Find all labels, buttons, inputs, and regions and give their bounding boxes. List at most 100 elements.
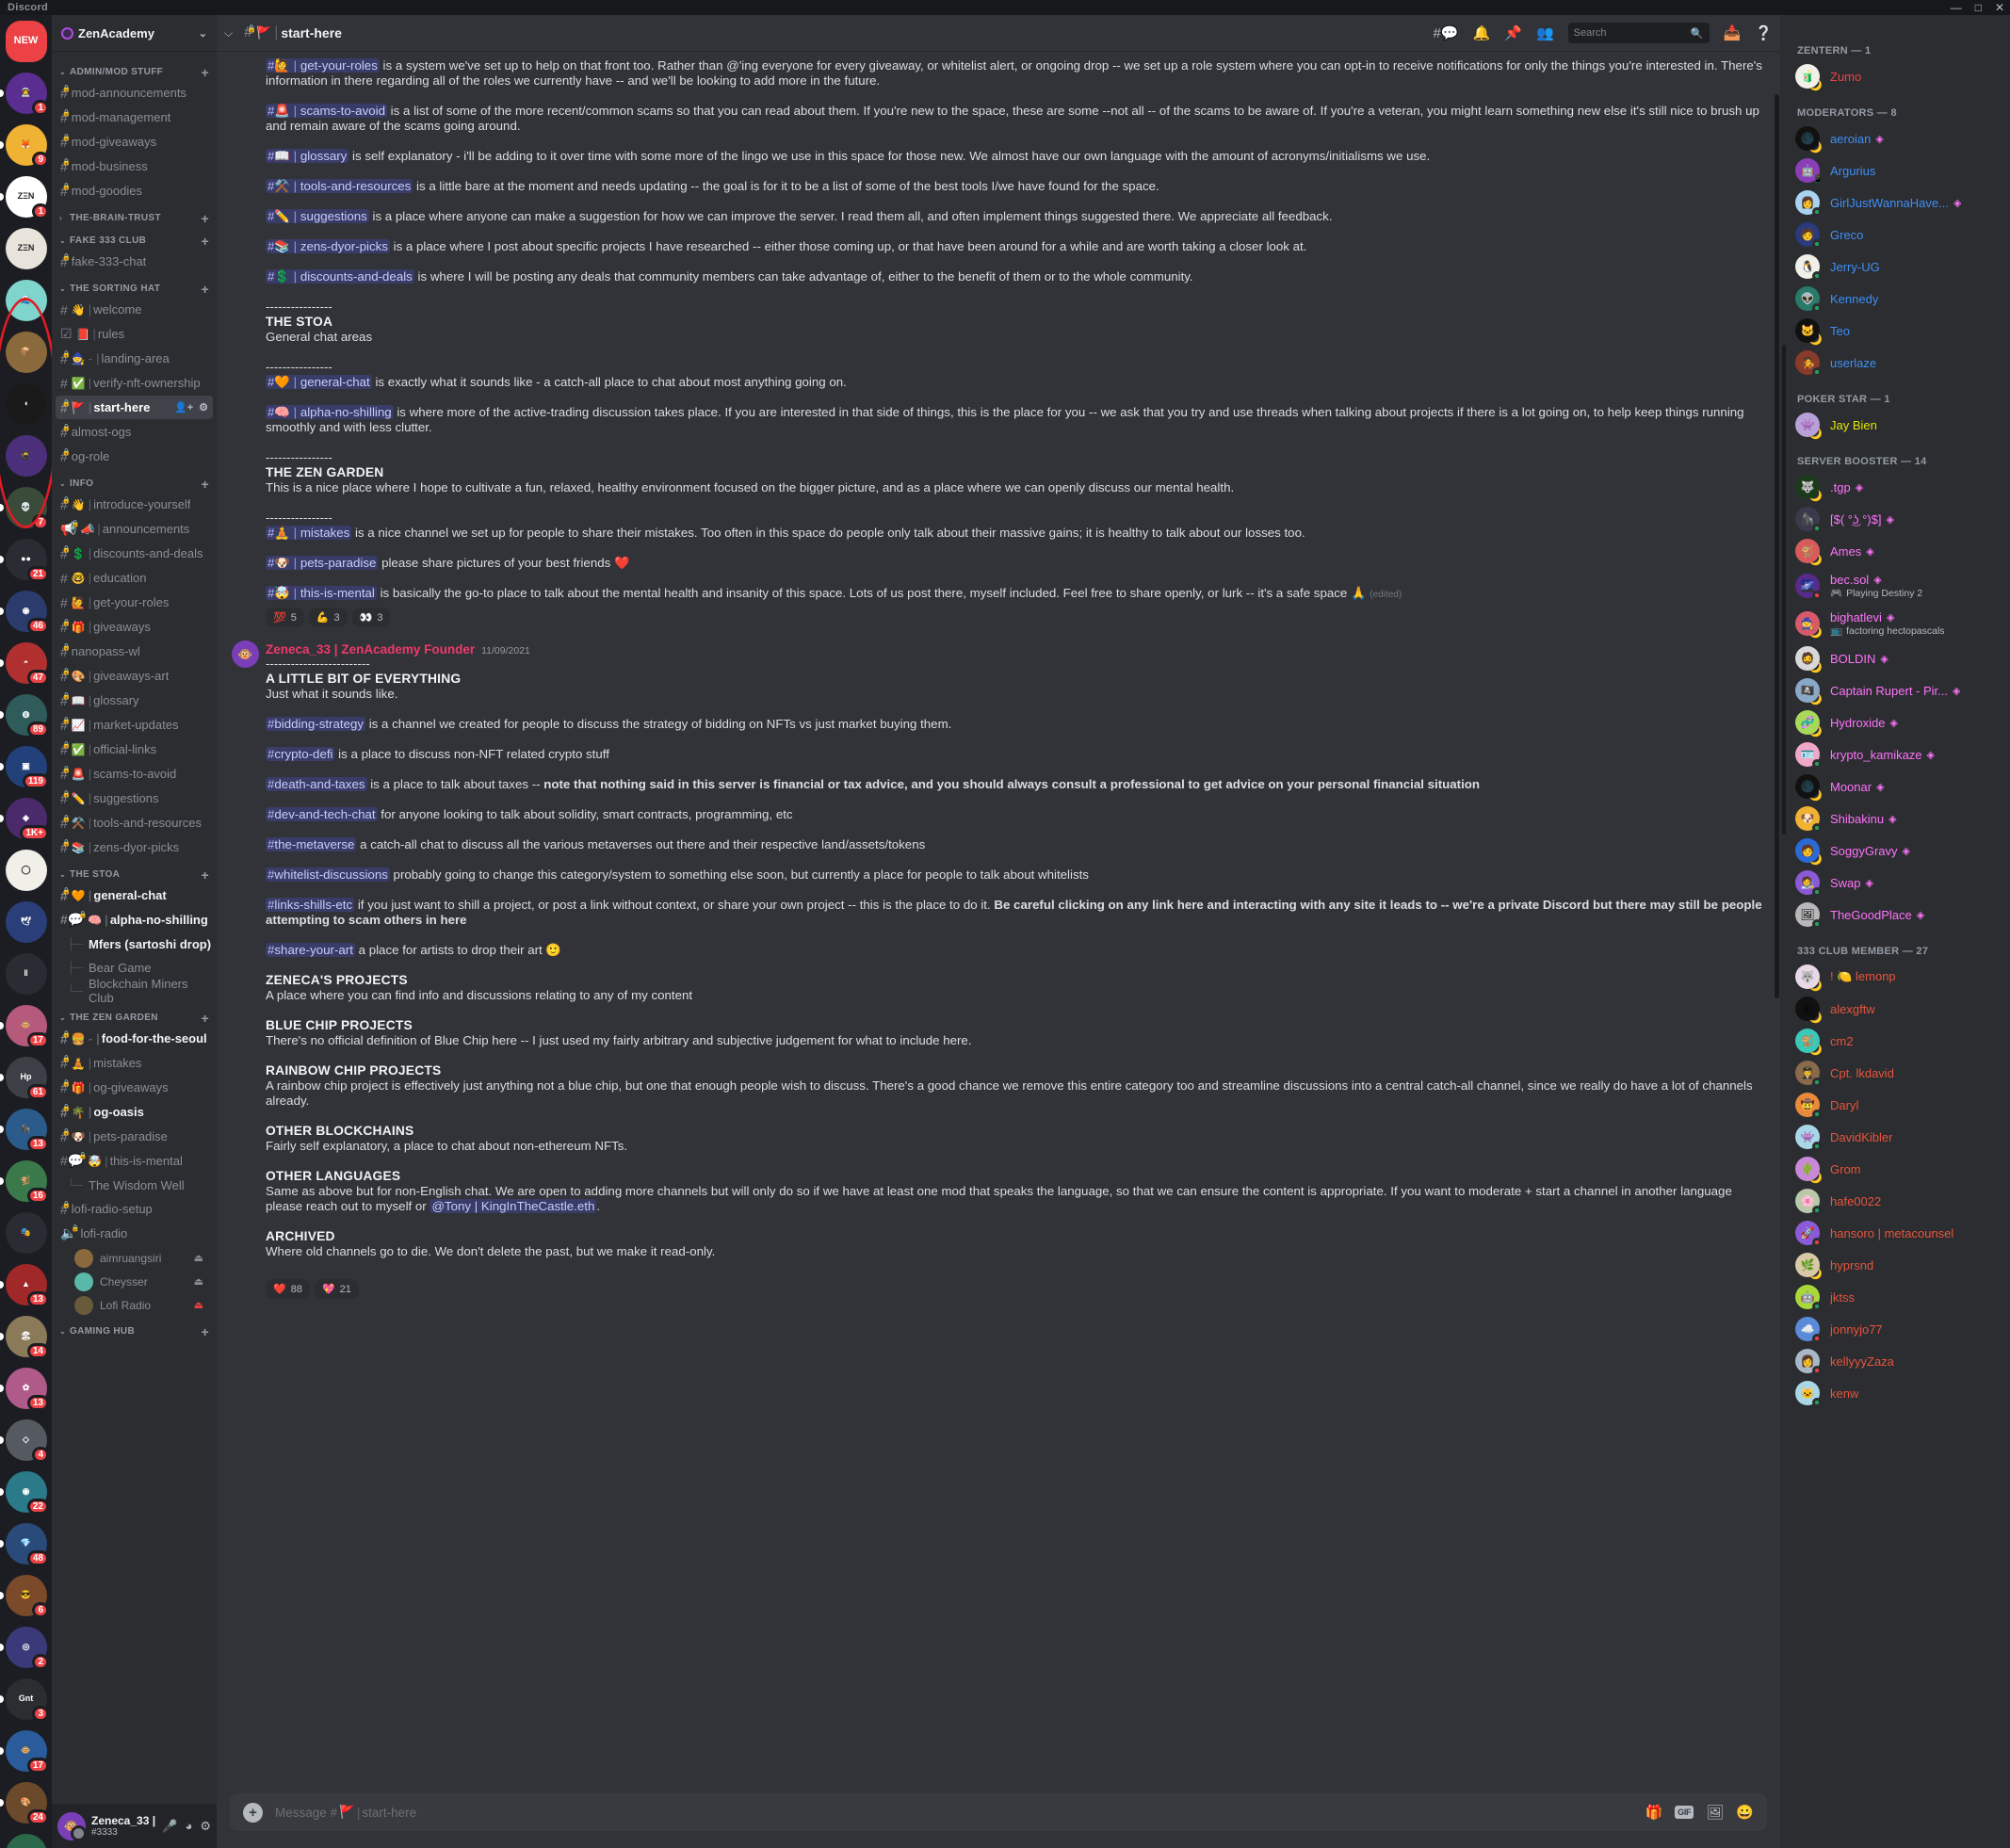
member-item[interactable]: 🧃 🌙 Zumo	[1788, 60, 2002, 92]
channel-mention-this-is-mental[interactable]: #🤯 | this-is-mental	[266, 586, 377, 600]
channel-mention-mistakes[interactable]: #🧘 | mistakes	[266, 526, 352, 540]
channel-item-introduce-yourself[interactable]: # 🔒 👋 | introduce-yourself	[56, 493, 213, 516]
search-input[interactable]: Search 🔍	[1567, 23, 1710, 43]
channel-mention-pets-paradise[interactable]: #🐶 | pets-paradise	[266, 556, 379, 570]
pin-icon[interactable]: 📌	[1504, 24, 1522, 41]
channel-item-mod-management[interactable]: # 🔒 mod-management	[56, 105, 213, 129]
channel-item-giveaways[interactable]: # 🔒 🎁 | giveaways	[56, 615, 213, 639]
channel-item-pets-paradise[interactable]: # 🔒 🐶 | pets-paradise	[56, 1125, 213, 1148]
channel-mention-the-metaverse[interactable]: #the-metaverse	[266, 837, 357, 851]
server-icon-zen-white[interactable]: ZΞN 1	[0, 170, 52, 222]
add-channel-icon[interactable]: +	[201, 283, 209, 296]
member-item[interactable]: 👽 Kennedy	[1788, 283, 2002, 315]
channel-item-announcements[interactable]: 📢 🔒 📣 | announcements	[56, 517, 213, 541]
channel-mention-links-shills-etc[interactable]: #links-shills-etc	[266, 898, 355, 912]
guild-header[interactable]: ZenAcademy ⌄	[52, 15, 217, 51]
close-button[interactable]: ✕	[1995, 2, 2004, 13]
member-scrollbar[interactable]	[1782, 345, 1786, 835]
channel-mention-glossary[interactable]: #📖 | glossary	[266, 149, 349, 163]
member-item[interactable]: 🏴‍☠️ 🌙 Captain Rupert - Pir... ◈	[1788, 674, 2002, 706]
thread-item[interactable]: ├─ Mfers (sartoshi drop)	[67, 932, 213, 955]
emoji-icon[interactable]: 😀	[1736, 1804, 1754, 1821]
channel-item-landing-area[interactable]: # 🔒 🧙 - | landing-area	[56, 347, 213, 370]
channel-mention-zens-dyor-picks[interactable]: #📚 | zens-dyor-picks	[266, 239, 390, 253]
member-item[interactable]: 🚀 hansoro | metacounsel	[1788, 1217, 2002, 1249]
server-icon-red-server-2[interactable]: ▲ 13	[0, 1258, 52, 1310]
server-icon-cyan-server[interactable]: ◉ 22	[0, 1466, 52, 1517]
server-icon-pink-server[interactable]: ✿ 13	[0, 1362, 52, 1414]
help-icon[interactable]: ❔	[1755, 24, 1773, 41]
add-channel-icon[interactable]: +	[201, 212, 209, 225]
member-item[interactable]: 🐧 Jerry-UG	[1788, 251, 2002, 283]
chevron-down-icon[interactable]: ⌄	[199, 27, 207, 40]
threads-icon[interactable]: #💬	[1434, 24, 1459, 41]
channel-mention-alpha-no-shilling[interactable]: #🧠 | alpha-no-shilling	[266, 405, 394, 419]
member-item[interactable]: 🧙 🌙 bighatlevi ◈ 📺 factoring hectopascals	[1788, 605, 2002, 642]
server-icon-light-ring[interactable]: ◯	[0, 844, 52, 896]
member-item[interactable]: 🤠 Daryl	[1788, 1089, 2002, 1121]
add-channel-icon[interactable]: +	[201, 868, 209, 882]
channel-item-discounts-and-deals[interactable]: # 🔒 💲 | discounts-and-deals	[56, 542, 213, 565]
reaction-bar[interactable]: 💯 5 💪 3 👀 3	[266, 608, 1765, 627]
member-item[interactable]: 🐒 🌙 cm2	[1788, 1025, 2002, 1057]
server-icon-green-astronaut[interactable]: 🧑‍🚀 1	[0, 67, 52, 119]
category-the-brain-trust[interactable]: › THE-BRAIN-TRUST +	[52, 203, 217, 226]
minimize-button[interactable]: —	[1951, 2, 1962, 13]
server-icon-blue-ape[interactable]: 🦍 13	[0, 1103, 52, 1155]
user-panel-icons[interactable]: 🎤﻿ ◕ ⚙	[162, 1819, 211, 1834]
channel-mention-whitelist-discussions[interactable]: #whitelist-discussions	[266, 867, 390, 882]
category-admin-mod-stuff[interactable]: ⌄ ADMIN/MOD STUFF +	[52, 57, 217, 80]
channel-item-og-role[interactable]: # 🔒 og-role	[56, 445, 213, 468]
add-channel-icon[interactable]: +	[201, 1325, 209, 1338]
channel-item-this-is-mental[interactable]: #💬 🔒 🤯 | this-is-mental	[56, 1149, 213, 1173]
member-item[interactable]: 🦍 [$( °͜ʖ °)$] ◈	[1788, 503, 2002, 535]
thread-item[interactable]: ├─ Bear Game	[67, 956, 213, 979]
channel-item-suggestions[interactable]: # 🔒 ✏️ | suggestions	[56, 786, 213, 810]
thread-item[interactable]: └─ Blockchain Miners Club	[67, 977, 213, 1005]
server-icon-dark-face[interactable]: 🎭	[0, 1207, 52, 1258]
channel-item-lofi-radio[interactable]: 🔈 🔒 lofi-radio	[56, 1222, 213, 1245]
headphones-icon[interactable]: ◕	[185, 1819, 192, 1834]
member-item[interactable]: 🐺 🌙 ! 🍋 lemonp	[1788, 961, 2002, 993]
server-icon-gnt-server[interactable]: Gnt 3	[0, 1673, 52, 1725]
bell-icon[interactable]: 🔔	[1473, 24, 1491, 41]
member-item[interactable]: 👩 kellyyyZaza	[1788, 1345, 2002, 1377]
member-item[interactable]: 🧑 Greco	[1788, 219, 2002, 251]
member-item[interactable]: 🌑 🌙 aeroian ◈	[1788, 122, 2002, 154]
server-icon-pink-ape[interactable]: 🐵 17	[0, 999, 52, 1051]
member-item[interactable]: 🪪 krypto_kamikaze ◈	[1788, 738, 2002, 770]
server-icon-blue-ape-2[interactable]: 🐵 17	[0, 1725, 52, 1776]
channel-mention-crypto-defi[interactable]: #crypto-defi	[266, 747, 335, 761]
channel-item-general-chat[interactable]: # 🔒 🧡 | general-chat	[56, 883, 213, 907]
server-icon-grey-server[interactable]: ◇ 4	[0, 1414, 52, 1466]
thread-item[interactable]: └─ The Wisdom Well	[67, 1174, 213, 1196]
reaction-bar[interactable]: ❤️ 88 💖 21	[266, 1279, 1765, 1299]
server-icon-dark-pair[interactable]: ●● 21	[0, 533, 52, 585]
channel-item-verify-nft-ownership[interactable]: # ✅ | verify-nft-ownership	[56, 371, 213, 395]
server-icon-spiral-server[interactable]: ◎ 2	[0, 1621, 52, 1673]
member-item[interactable]: 🐶 Shibakinu ◈	[1788, 802, 2002, 835]
members-icon[interactable]: 👥	[1536, 24, 1554, 41]
server-icon-purple-hood[interactable]: 🥷	[0, 430, 52, 481]
channel-mention-discounts-and-deals[interactable]: #💲 | discounts-and-deals	[266, 269, 414, 284]
server-icon-face-server[interactable]: 😎 6	[0, 1569, 52, 1621]
channel-item-mod-announcements[interactable]: # 🔒 mod-announcements	[56, 81, 213, 105]
attach-button[interactable]: +	[243, 1802, 263, 1823]
channel-item-rules[interactable]: ☑ 📕 | rules	[56, 322, 213, 346]
channel-item-lofi-radio-setup[interactable]: # 🔒 lofi-radio-setup	[56, 1197, 213, 1221]
channel-item-tools-and-resources[interactable]: # 🔒 ⚒️ | tools-and-resources	[56, 811, 213, 835]
server-icon-art-server[interactable]: 🎨 24	[0, 1776, 52, 1828]
server-rail[interactable]: NEW 🧑‍🚀 1 🦊 9 ZΞN 1 ZΞN 🌊 📦 ◖ 🥷 💀 7 ●● 21 ◉ 46 ◓ 47 ◍ 89 ▣ 119 ◈…	[0, 15, 52, 1848]
channel-item-mistakes[interactable]: # 🔒 🧘 | mistakes	[56, 1051, 213, 1075]
reaction-chip[interactable]: 👀 3	[351, 608, 391, 627]
topbar-icons[interactable]: #💬 🔔 📌 👥 Search 🔍 📥 ❔	[1434, 23, 1773, 43]
category-the-zen-garden[interactable]: ⌄ THE ZEN GARDEN +	[52, 1003, 217, 1026]
server-icon-teal-pair[interactable]: ◍ 89	[0, 689, 52, 740]
member-item[interactable]: ☁️ jonnyjo77	[1788, 1313, 2002, 1345]
member-item[interactable]: 🌿 🌙 hyprsnd	[1788, 1249, 2002, 1281]
member-item[interactable]: 🐱 kenw	[1788, 1377, 2002, 1409]
member-item[interactable]: 🐱 🌙 Teo	[1788, 315, 2002, 347]
channel-item-mod-giveaways[interactable]: # 🔒 mod-giveaways	[56, 130, 213, 154]
member-item[interactable]: 🌸 hafe0022	[1788, 1185, 2002, 1217]
member-item[interactable]: 🤖 📱 Argurius	[1788, 154, 2002, 186]
